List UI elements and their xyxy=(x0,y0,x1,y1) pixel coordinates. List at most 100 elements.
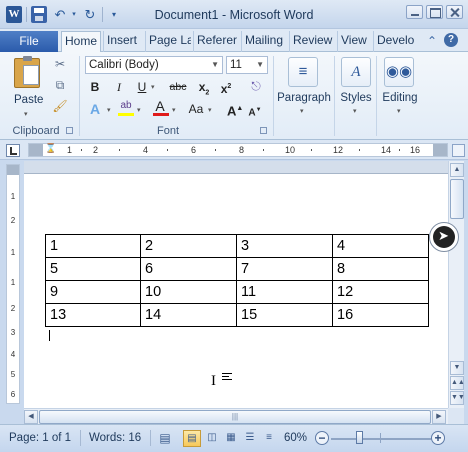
word-table[interactable]: 1 2 3 4 5 6 7 8 9 10 11 12 13 14 15 16 xyxy=(45,234,429,327)
horizontal-scrollbar[interactable]: ◀ ||| ▶ xyxy=(24,408,448,424)
next-page-icon[interactable]: ▼▼ xyxy=(450,391,465,405)
text-effects-button[interactable]: A xyxy=(86,100,104,118)
cut-icon[interactable]: ✂ xyxy=(52,56,68,72)
paragraph-button-label[interactable]: Paragraph xyxy=(276,92,332,104)
vruler-number: 1 xyxy=(10,192,16,201)
zoom-in-icon[interactable]: + xyxy=(431,431,445,445)
font-name-combo[interactable]: Calibri (Body) ▼ xyxy=(85,56,223,74)
underline-button[interactable]: U xyxy=(134,78,150,96)
paste-dropdown-icon[interactable]: ▾ xyxy=(24,110,28,118)
format-painter-icon[interactable]: 🖌 xyxy=(52,98,68,114)
tab-page-layout[interactable]: Page La xyxy=(145,31,191,52)
proofing-icon[interactable]: ▤ xyxy=(157,430,173,446)
vertical-scrollbar[interactable]: ▲ ▼ ▲▲ ▼▼ xyxy=(448,161,465,408)
change-case-dropdown-icon[interactable]: ▾ xyxy=(208,106,212,114)
text-effects-dropdown-icon[interactable]: ▾ xyxy=(107,106,111,114)
underline-dropdown-icon[interactable]: ▾ xyxy=(151,83,155,91)
table-cell[interactable]: 9 xyxy=(45,280,141,304)
editing-button-label[interactable]: Editing xyxy=(379,92,421,104)
tab-mailings[interactable]: Mailing xyxy=(241,31,287,52)
tab-references[interactable]: Referer xyxy=(193,31,239,52)
tab-insert[interactable]: Insert xyxy=(103,31,143,52)
web-layout-icon[interactable]: ▦ xyxy=(222,430,240,447)
scroll-left-icon[interactable]: ◀ xyxy=(24,410,38,424)
table-cell[interactable]: 7 xyxy=(236,257,333,281)
close-button[interactable] xyxy=(446,5,463,19)
highlight-dropdown-icon[interactable]: ▾ xyxy=(137,106,141,114)
tab-selector-button[interactable] xyxy=(6,144,20,157)
paste-button-label[interactable]: Paste xyxy=(14,94,43,106)
status-bar: Page: 1 of 1 Words: 16 ▤ ▤ ◫ ▦ ☰ ≡ 60% −… xyxy=(0,424,468,452)
paragraph-icon[interactable]: ≡ xyxy=(288,57,318,87)
horizontal-ruler[interactable]: ⌛ 1 2 4 6 8 10 12 14 16 xyxy=(28,143,448,157)
scroll-right-icon[interactable]: ▶ xyxy=(432,410,446,424)
print-layout-view-icon[interactable]: ▤ xyxy=(183,430,201,447)
previous-page-icon[interactable]: ▲▲ xyxy=(450,376,465,390)
scroll-down-icon[interactable]: ▼ xyxy=(450,361,464,375)
table-cell[interactable]: 12 xyxy=(332,280,429,304)
select-browse-object-icon[interactable]: ➤ xyxy=(429,222,459,252)
table-cell[interactable]: 14 xyxy=(140,303,237,327)
table-cell[interactable]: 13 xyxy=(45,303,141,327)
horizontal-scroll-thumb[interactable]: ||| xyxy=(39,410,431,424)
styles-button-label[interactable]: Styles xyxy=(338,92,374,104)
table-cell[interactable]: 2 xyxy=(140,234,237,258)
zoom-slider-thumb[interactable] xyxy=(356,431,363,444)
vertical-scroll-thumb[interactable] xyxy=(450,179,464,219)
editing-dropdown-icon[interactable]: ▾ xyxy=(397,107,401,115)
table-cell[interactable]: 3 xyxy=(236,234,333,258)
tab-file[interactable]: File xyxy=(0,31,58,52)
italic-button[interactable]: I xyxy=(111,78,127,96)
paste-icon[interactable] xyxy=(14,56,40,88)
table-cell[interactable]: 1 xyxy=(45,234,141,258)
paragraph-dropdown-icon[interactable]: ▾ xyxy=(300,107,304,115)
table-cell[interactable]: 10 xyxy=(140,280,237,304)
help-icon-wrap[interactable]: ? xyxy=(444,33,460,49)
binoculars-icon[interactable]: ◉◉ xyxy=(384,57,414,87)
word-count-status[interactable]: Words: 16 xyxy=(89,432,141,444)
full-screen-reading-icon[interactable]: ◫ xyxy=(203,430,221,447)
styles-icon[interactable]: A xyxy=(341,57,371,87)
tab-developer[interactable]: Develo xyxy=(373,31,418,52)
grow-font-button[interactable]: A▲ xyxy=(227,100,243,118)
zoom-level-label[interactable]: 60% xyxy=(284,432,307,444)
clear-formatting-icon[interactable]: ⎋ xyxy=(248,78,264,94)
minimize-button[interactable] xyxy=(406,5,423,19)
table-cell[interactable]: 11 xyxy=(236,280,333,304)
minimize-ribbon-icon[interactable]: ⌃ xyxy=(424,33,440,49)
shrink-font-button[interactable]: A▼ xyxy=(248,101,262,119)
page-count-status[interactable]: Page: 1 of 1 xyxy=(9,432,71,444)
subscript-button[interactable]: x2 xyxy=(195,78,213,96)
superscript-button[interactable]: x2 xyxy=(217,78,235,96)
copy-icon[interactable]: ⧉ xyxy=(52,77,68,93)
font-launcher-icon[interactable] xyxy=(260,127,267,134)
tab-review[interactable]: Review xyxy=(289,31,335,52)
tab-home[interactable]: Home xyxy=(61,31,101,53)
table-cell[interactable]: 4 xyxy=(332,234,429,258)
table-cell[interactable]: 5 xyxy=(45,257,141,281)
styles-dropdown-icon[interactable]: ▾ xyxy=(353,107,357,115)
zoom-out-icon[interactable]: − xyxy=(315,431,329,445)
tab-view[interactable]: View xyxy=(337,31,371,52)
table-cell[interactable]: 16 xyxy=(332,303,429,327)
bold-button[interactable]: B xyxy=(87,78,103,96)
clipboard-launcher-icon[interactable] xyxy=(66,127,73,134)
strikethrough-button[interactable]: abc xyxy=(167,78,189,96)
vertical-ruler[interactable]: 1 2 1 1 2 3 4 5 6 xyxy=(6,164,20,404)
draft-view-icon[interactable]: ≡ xyxy=(260,430,278,447)
table-cell[interactable]: 8 xyxy=(332,257,429,281)
outline-view-icon[interactable]: ☰ xyxy=(241,430,259,447)
scroll-up-icon[interactable]: ▲ xyxy=(450,163,464,177)
title-bar: W ↶ ▾ ↻ ▾ Document1 - Microsoft Word xyxy=(0,0,468,29)
help-icon[interactable]: ? xyxy=(444,33,458,47)
font-size-combo[interactable]: 11 ▼ xyxy=(226,56,268,74)
indent-marker-icon[interactable]: ⌛ xyxy=(45,143,56,154)
table-cell[interactable]: 6 xyxy=(140,257,237,281)
maximize-button[interactable] xyxy=(426,5,443,19)
change-case-button[interactable]: Aa xyxy=(186,100,206,118)
view-ruler-icon[interactable] xyxy=(452,144,465,157)
font-color-dropdown-icon[interactable]: ▾ xyxy=(172,106,176,114)
zoom-slider-track[interactable] xyxy=(331,438,431,440)
document-page[interactable]: 1 2 3 4 5 6 7 8 9 10 11 12 13 14 15 16 I xyxy=(24,173,448,408)
table-cell[interactable]: 15 xyxy=(236,303,333,327)
